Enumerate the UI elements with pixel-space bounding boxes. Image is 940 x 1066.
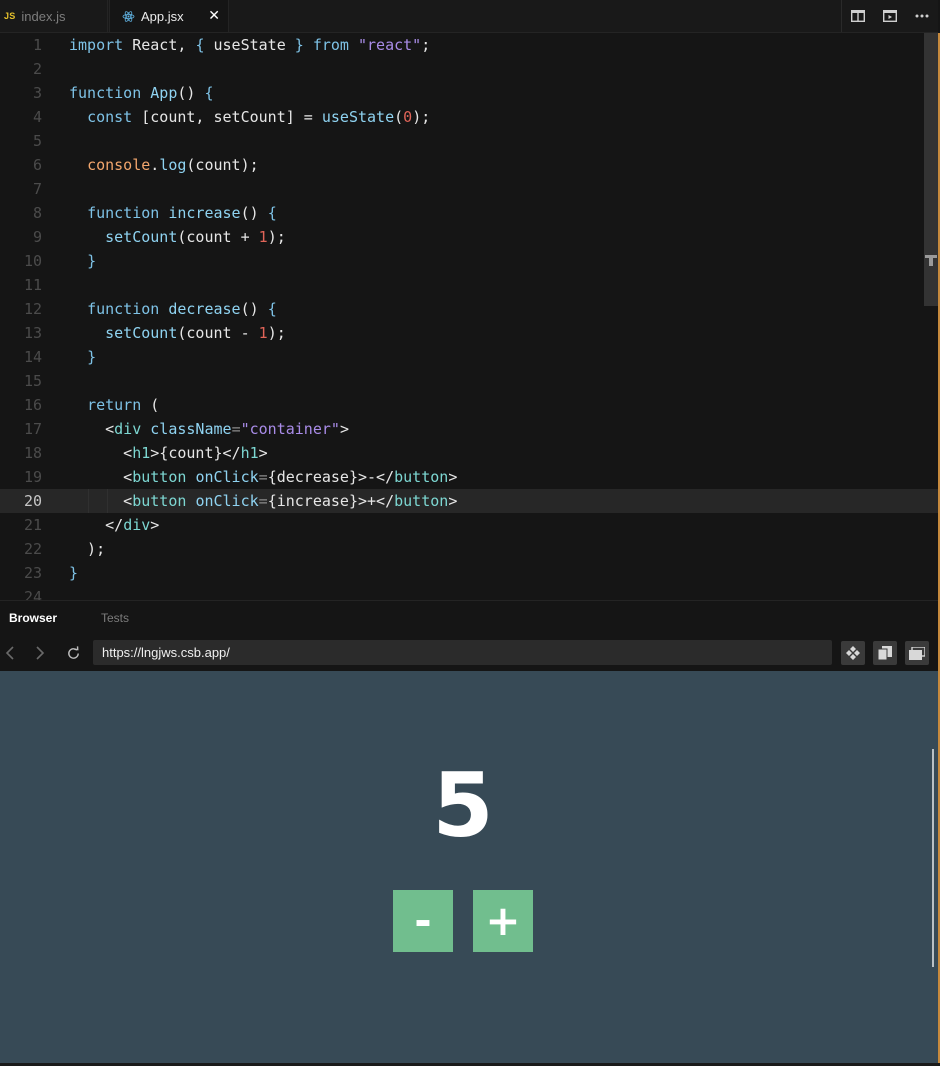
tab-actions: [841, 0, 938, 32]
code-line: 5: [32, 132, 42, 150]
code-line: 21 </div>: [23, 516, 160, 534]
split-view-icon[interactable]: [842, 0, 874, 32]
js-icon: JS: [4, 11, 16, 21]
forward-icon[interactable]: [31, 644, 49, 662]
tab-label: App.jsx: [141, 8, 184, 24]
code-line: 12 function decrease() {: [23, 300, 277, 318]
count-heading: 5: [432, 754, 494, 857]
codesandbox-icon[interactable]: [841, 641, 865, 665]
back-icon[interactable]: [1, 644, 19, 662]
code-line: 9 setCount(count + 1);: [32, 228, 286, 246]
app-preview: 5 - +: [0, 671, 938, 1063]
increase-button[interactable]: +: [473, 890, 533, 952]
code-line: 17 <div className="container">: [23, 420, 349, 438]
code-line: 2: [32, 60, 42, 78]
editor-tab-bar: JS index.js App.jsx ✕: [0, 0, 938, 33]
code-line: 14 }: [23, 348, 97, 366]
code-line-active: 20 <button onClick={increase}>+</button>: [0, 489, 938, 513]
refresh-icon[interactable]: [64, 644, 82, 662]
code-line: 7: [32, 180, 42, 198]
code-line: 13 setCount(count - 1);: [23, 324, 286, 342]
url-input[interactable]: https://lngjws.csb.app/: [93, 640, 832, 665]
code-line: 4 const [count, setCount] = useState(0);: [32, 108, 431, 126]
code-line: 18 <h1>{count}</h1>: [23, 444, 268, 462]
code-line: 3 function App() {: [32, 84, 214, 102]
tab-label: index.js: [21, 8, 66, 24]
code-line: 16 return (: [23, 396, 160, 414]
code-line: 1 import React, { useState } from "react"…: [32, 36, 431, 54]
code-line: 8 function increase() {: [32, 204, 277, 222]
code-line: 6 console.log(count);: [32, 156, 259, 174]
tab-browser[interactable]: Browser: [9, 611, 57, 625]
more-icon[interactable]: [906, 0, 938, 32]
code-line: 15: [23, 372, 42, 390]
panel-tabs: Browser Tests: [0, 600, 938, 635]
new-window-icon[interactable]: [905, 641, 929, 665]
tab-index-js[interactable]: JS index.js: [0, 0, 108, 32]
code-line: 11: [23, 276, 42, 294]
copy-icon[interactable]: [873, 641, 897, 665]
scrollbar-marker: [925, 253, 937, 266]
browser-navbar: https://lngjws.csb.app/: [0, 635, 938, 671]
code-line: 22 );: [23, 540, 106, 558]
code-line: 10 }: [23, 252, 97, 270]
close-icon[interactable]: ✕: [208, 7, 220, 24]
tab-app-jsx[interactable]: App.jsx ✕: [109, 0, 229, 32]
react-icon: [122, 10, 135, 23]
code-line: 24: [23, 588, 42, 600]
code-line: 19 <button onClick={decrease}>-</button>: [23, 468, 458, 486]
code-line: 23}: [23, 564, 79, 582]
preview-scrollbar[interactable]: [932, 749, 934, 967]
preview-icon[interactable]: [874, 0, 906, 32]
tab-tests[interactable]: Tests: [101, 611, 129, 625]
decrease-button[interactable]: -: [393, 890, 453, 952]
code-editor[interactable]: 1 import React, { useState } from "react"…: [0, 33, 938, 600]
